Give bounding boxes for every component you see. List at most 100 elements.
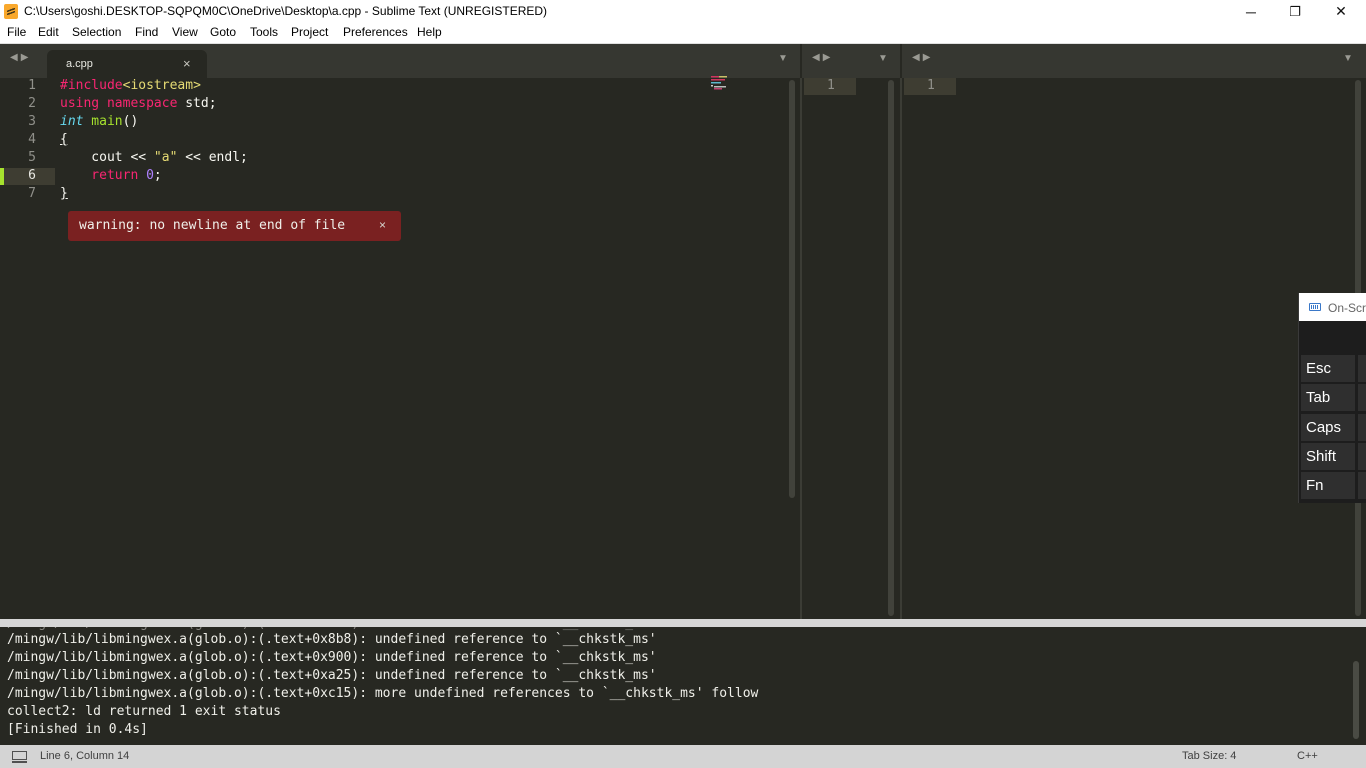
menu-file[interactable]: File xyxy=(7,25,26,39)
syntax-selector[interactable]: C++ xyxy=(1297,750,1318,762)
menu-goto[interactable]: Goto xyxy=(210,25,236,39)
tab-bar-pane-2: ◀▶ ▼ xyxy=(802,44,900,78)
line-number: 1 xyxy=(827,78,835,93)
menu-project[interactable]: Project xyxy=(291,25,328,39)
line-number: 1 xyxy=(28,78,36,93)
chevron-down-icon[interactable]: ▼ xyxy=(878,53,888,64)
tab-size-selector[interactable]: Tab Size: 4 xyxy=(1182,750,1236,762)
key-next[interactable] xyxy=(1358,443,1366,470)
tab-bar-pane-1: ◀▶ a.cpp × ▼ xyxy=(0,44,800,78)
key-shift[interactable]: Shift xyxy=(1301,443,1355,470)
menu-tools[interactable]: Tools xyxy=(250,25,278,39)
line-number: 3 xyxy=(28,114,36,129)
output-line: collect2: ld returned 1 exit status xyxy=(7,704,281,719)
code-line-4: { xyxy=(60,132,68,147)
build-output-panel[interactable]: /mingw/lib/libmingwex.a(glob.o):(.text+0… xyxy=(0,627,1366,741)
tab-close-icon[interactable]: × xyxy=(183,56,191,71)
key-next[interactable] xyxy=(1358,384,1366,411)
sublime-text-icon xyxy=(4,4,18,19)
code-token: using namespace xyxy=(60,96,178,111)
code-token: cout << xyxy=(60,150,154,165)
code-token: #include xyxy=(60,78,123,93)
minimap[interactable] xyxy=(710,76,736,90)
tab-a-cpp[interactable]: a.cpp × xyxy=(47,50,207,78)
chevron-down-icon[interactable]: ▼ xyxy=(1343,53,1353,64)
menu-find[interactable]: Find xyxy=(135,25,158,39)
key-label: Fn xyxy=(1306,477,1324,494)
key-label: Esc xyxy=(1306,360,1332,377)
output-line: [Finished in 0.4s] xyxy=(7,722,148,737)
keyboard-icon xyxy=(1309,303,1321,311)
output-scrollbar[interactable] xyxy=(1353,661,1359,739)
close-icon[interactable]: × xyxy=(379,218,386,232)
key-next[interactable] xyxy=(1358,472,1366,499)
output-line: /mingw/lib/libmingwex.a(glob.o):(.text+0… xyxy=(7,686,759,701)
code-line-2: using namespace std; xyxy=(60,96,217,111)
key-label: Shift xyxy=(1306,448,1337,465)
line-number: 4 xyxy=(28,132,36,147)
tab-label: a.cpp xyxy=(66,58,93,70)
close-window-button[interactable]: ✕ xyxy=(1318,0,1364,23)
key-fn[interactable]: Fn xyxy=(1301,472,1355,499)
menu-bar: File Edit Selection Find View Goto Tools… xyxy=(0,23,1366,44)
panel-toggle-icon[interactable] xyxy=(12,751,27,763)
code-line-5: cout << "a" << endl; xyxy=(60,150,248,165)
code-line-1: #include<iostream> xyxy=(60,78,201,93)
code-token: return xyxy=(60,168,147,183)
menu-edit[interactable]: Edit xyxy=(38,25,59,39)
warning-popup: warning: no newline at end of file × xyxy=(68,211,401,241)
pane-2-scrollbar[interactable] xyxy=(888,80,894,616)
cursor-position: Line 6, Column 14 xyxy=(40,750,130,762)
code-token: } xyxy=(60,186,68,201)
code-token: { xyxy=(60,132,68,147)
code-token: << endl; xyxy=(177,150,248,165)
code-token: main xyxy=(83,114,123,129)
code-line-7: } xyxy=(60,186,68,201)
chevron-down-icon[interactable]: ▼ xyxy=(778,53,788,64)
tab-nav-arrows[interactable]: ◀▶ xyxy=(912,52,933,63)
key-next[interactable] xyxy=(1358,355,1366,382)
line-number: 2 xyxy=(28,96,36,111)
code-token: std; xyxy=(177,96,217,111)
osk-title-bar[interactable]: On-Scr xyxy=(1299,293,1366,321)
tab-nav-arrows[interactable]: ◀▶ xyxy=(10,52,31,63)
code-line-6: return 0; xyxy=(60,168,162,183)
line-number: 5 xyxy=(28,150,36,165)
code-line-3: int main() xyxy=(60,114,138,129)
editor-scrollbar[interactable] xyxy=(789,80,795,498)
key-next[interactable] xyxy=(1358,414,1366,441)
key-tab[interactable]: Tab xyxy=(1301,384,1355,411)
on-screen-keyboard: On-Scr Esc Tab Caps Shift Fn xyxy=(1298,293,1366,503)
line-number: 6 xyxy=(28,168,36,183)
osk-title: On-Scr xyxy=(1328,301,1366,315)
output-line: /mingw/lib/libmingwex.a(glob.o):(.text+0… xyxy=(7,650,657,665)
pane-divider[interactable] xyxy=(900,78,902,620)
menu-help[interactable]: Help xyxy=(417,25,442,39)
minimize-button[interactable]: ─ xyxy=(1228,0,1274,23)
output-line: /mingw/lib/libmingwex.a(glob.o):(.text+0… xyxy=(7,632,657,647)
pane-divider[interactable] xyxy=(800,78,802,620)
output-line: /mingw/lib/libmingwex.a(glob.o):(.text+0… xyxy=(7,668,657,683)
output-line-clipped: /mingw/lib/libmingwex.a(glob.o):(.text+0… xyxy=(7,627,657,631)
output-panel-divider[interactable] xyxy=(0,619,1366,627)
menu-preferences[interactable]: Preferences xyxy=(343,25,408,39)
key-label: Tab xyxy=(1306,389,1331,406)
code-token: 0 xyxy=(146,168,154,183)
tab-nav-arrows[interactable]: ◀▶ xyxy=(812,52,833,63)
key-label: Caps xyxy=(1306,419,1342,436)
code-token: ; xyxy=(153,168,162,183)
line-number: 1 xyxy=(927,78,935,93)
code-token: int xyxy=(60,114,84,129)
key-caps[interactable]: Caps xyxy=(1301,414,1355,441)
line-number: 7 xyxy=(28,186,36,201)
key-esc[interactable]: Esc xyxy=(1301,355,1355,382)
code-token: <iostream> xyxy=(122,78,201,93)
title-bar: C:\Users\goshi.DESKTOP-SQPQM0C\OneDrive\… xyxy=(0,0,1366,23)
menu-view[interactable]: View xyxy=(172,25,198,39)
tab-bar-pane-3: ◀▶ ▼ xyxy=(902,44,1366,78)
maximize-button[interactable]: ❐ xyxy=(1272,0,1318,23)
warning-text: warning: no newline at end of file xyxy=(79,218,346,233)
menu-selection[interactable]: Selection xyxy=(72,25,121,39)
status-bar: Line 6, Column 14 Tab Size: 4 C++ xyxy=(0,745,1366,768)
code-token: () xyxy=(122,114,139,129)
